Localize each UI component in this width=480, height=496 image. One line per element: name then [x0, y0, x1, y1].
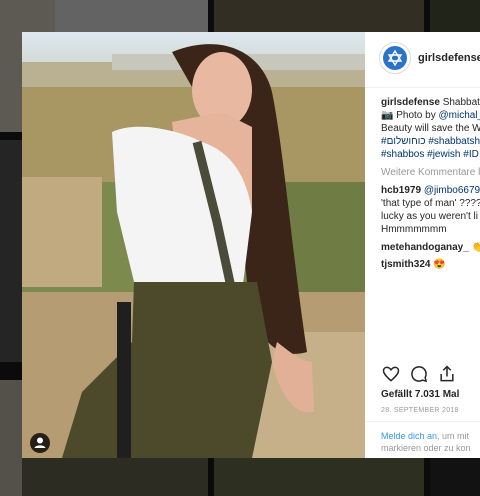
caption-line-3: Beauty will save the W [381, 123, 480, 134]
profile-avatar[interactable] [379, 42, 411, 74]
heart-icon [382, 366, 400, 382]
post-photo-illustration [22, 32, 365, 458]
caption-mention[interactable]: @michal_ [438, 110, 480, 121]
share-button[interactable] [437, 364, 457, 389]
caption-hashtags-1[interactable]: #כוחושלום #shabbatsh [381, 136, 480, 148]
post-photo[interactable] [22, 32, 365, 458]
likes-count[interactable]: Gefällt 7.031 Mal [381, 389, 459, 400]
caption-line-2: 📷 Photo by @michal_ [381, 110, 480, 122]
caption-username[interactable]: girlsdefense [381, 97, 440, 108]
login-text-2: markieren oder zu kon [381, 443, 471, 453]
post-info-panel: girlsdefense girlsdefense Shabbat 📷 Phot… [365, 32, 480, 458]
user-tag-button[interactable] [30, 433, 50, 453]
avatar-image [383, 46, 407, 70]
comment-3-username[interactable]: tjsmith324 [381, 259, 430, 270]
comment-icon [411, 366, 428, 383]
comment-3: tjsmith324 😍 [381, 259, 446, 271]
comment-button[interactable] [409, 364, 429, 389]
comment-1-username[interactable]: hcb1979 [381, 185, 421, 196]
caption-photo-credit: 📷 Photo by [381, 110, 439, 121]
post-header: girlsdefense [365, 32, 480, 88]
user-tag-icon [34, 437, 46, 448]
comment-2-username[interactable]: metehandoganay_ [381, 242, 469, 253]
comment-1-mention[interactable]: @jimbo6679 [424, 185, 480, 196]
comment-1-line-2: 'that type of man' ???? [381, 198, 480, 209]
comment-3-text: 😍 [430, 259, 446, 270]
share-icon [440, 365, 454, 382]
login-text: , um mit [437, 431, 470, 441]
load-more-comments[interactable]: Weitere Kommentare l [381, 167, 480, 179]
like-button[interactable] [381, 364, 401, 389]
comment-1-line-1: hcb1979 @jimbo6679 [381, 185, 480, 197]
caption-hashtags-2[interactable]: #shabbos #jewish #ID [381, 149, 479, 161]
post-date[interactable]: 28. SEPTEMBER 2018 [381, 407, 459, 414]
login-prompt: Melde dich an, um mit markieren oder zu … [381, 430, 471, 454]
caption-line-1: girlsdefense Shabbat [381, 97, 480, 109]
post-username[interactable]: girlsdefense [418, 52, 480, 64]
caption-text: Shabbat [442, 97, 480, 108]
star-of-david-icon [387, 49, 403, 67]
comment-1-line-3: lucky as you weren't li [381, 211, 478, 222]
comment-2: metehandoganay_ 👏 [381, 242, 480, 254]
comment-2-text: 👏 [471, 242, 480, 253]
login-link[interactable]: Melde dich an [381, 431, 437, 441]
comment-1-line-4: Hmmmmmmm [381, 224, 447, 235]
panel-divider [365, 421, 480, 422]
